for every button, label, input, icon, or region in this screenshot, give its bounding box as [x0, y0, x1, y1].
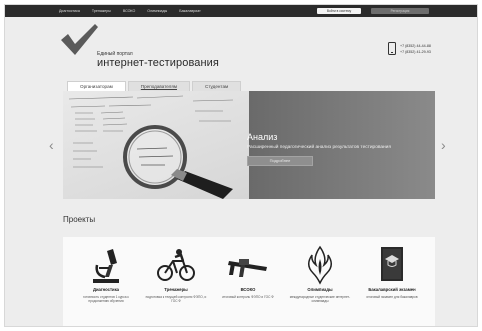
register-button[interactable]: Регистрация — [371, 8, 429, 14]
project-name: Тренажеры — [164, 287, 188, 292]
slide-title: Анализ — [247, 132, 278, 142]
next-arrow-icon[interactable]: › — [441, 138, 446, 152]
prev-arrow-icon[interactable]: ‹ — [49, 138, 54, 152]
slide-more-button[interactable]: Подробнее — [247, 156, 313, 166]
page-frame: Диагностика Тренажеры ВСОКО Олимпиады Ба… — [4, 4, 478, 327]
checkmark-logo-icon[interactable] — [59, 23, 99, 57]
nav-item-olympiads[interactable]: Олимпиады — [147, 9, 167, 13]
phone-icon — [388, 42, 396, 55]
nav-item-diagnostics[interactable]: Диагностика — [59, 9, 80, 13]
phone-numbers: +7 (8352) 44-44-88 +7 (8352) 41-29-93 — [400, 43, 431, 55]
top-nav: Диагностика Тренажеры ВСОКО Олимпиады Ба… — [59, 5, 201, 17]
brand-title[interactable]: интернет-тестирования — [97, 57, 219, 69]
projects-list: Диагностика готовность студентов 1 курса… — [63, 237, 435, 326]
phone-number: +7 (8352) 41-29-93 — [400, 50, 431, 54]
tab-organizers[interactable]: Организаторам — [67, 81, 126, 91]
projects-heading: Проекты — [63, 215, 96, 224]
slide-image — [63, 91, 249, 199]
project-name: ВСОКО — [240, 287, 256, 292]
bicycle-icon — [157, 249, 195, 281]
tab-label: Организаторам — [80, 84, 113, 89]
flame-icon — [308, 245, 332, 285]
magnifier-document-image — [68, 95, 234, 199]
nav-item-trainers[interactable]: Тренажеры — [92, 9, 111, 13]
tab-label: Студентам — [205, 84, 229, 89]
book-icon — [381, 247, 403, 281]
project-description: итоговый контроль ФЭПО и ГОС Ф — [222, 295, 274, 299]
caliper-icon — [228, 259, 267, 277]
microscope-icon — [93, 249, 119, 283]
project-description: международные студенческие интернет-олим… — [289, 295, 351, 304]
tab-students[interactable]: Студентам — [192, 81, 242, 91]
project-description: подготовка к текущей контролю ФЭПО, и ГО… — [145, 295, 207, 304]
nav-item-vsoko[interactable]: ВСОКО — [123, 9, 135, 13]
top-navbar: Диагностика Тренажеры ВСОКО Олимпиады Ба… — [5, 5, 477, 17]
project-name: Олимпиады — [307, 287, 333, 292]
tab-label: Преподавателям — [140, 84, 178, 89]
nav-item-bachelor[interactable]: Бакалавриат — [179, 9, 201, 13]
project-description: итоговый экзамен для бакалавров — [366, 295, 418, 299]
audience-tabs: Организаторам Преподавателям Студентам — [67, 81, 243, 91]
slide-description: Расширенный педагогический анализ резуль… — [247, 145, 391, 150]
project-name: Бакалаврский экзамен — [368, 287, 416, 292]
project-name: Диагностика — [92, 287, 120, 292]
project-description: готовность студентов 1 курса к продолжен… — [83, 295, 129, 304]
login-button[interactable]: Войти в систему — [317, 8, 361, 14]
tab-teachers[interactable]: Преподавателям — [127, 81, 191, 91]
